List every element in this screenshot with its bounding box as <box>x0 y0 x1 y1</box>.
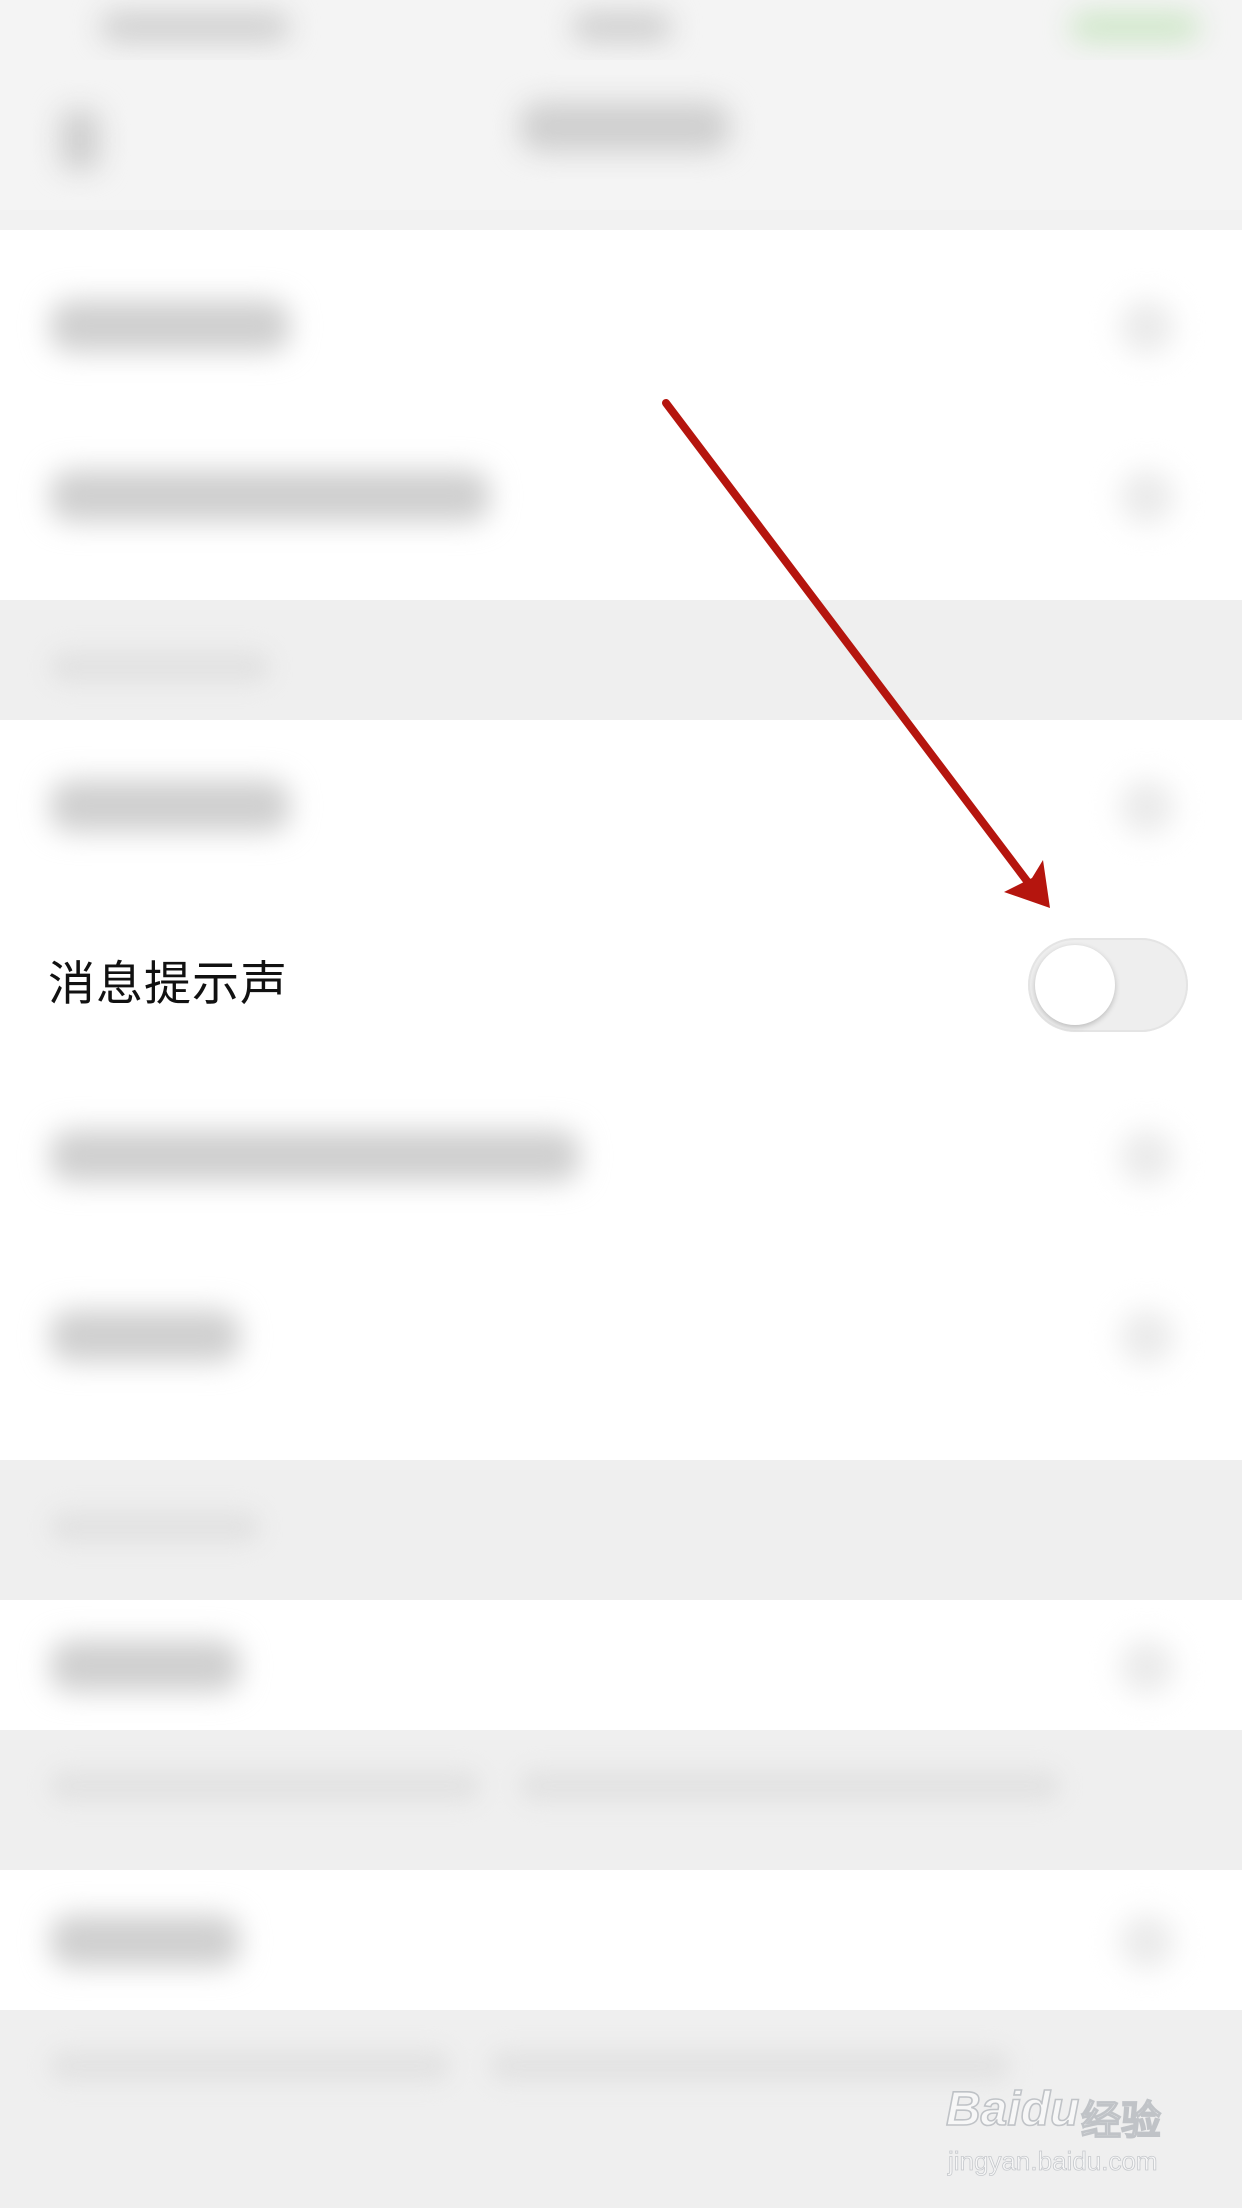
toggle-knob <box>1035 945 1115 1025</box>
watermark-logo: Baidu <box>945 2082 1080 2137</box>
section-footer-text <box>490 2050 1010 2082</box>
status-bar <box>0 0 1242 60</box>
settings-group-2 <box>0 720 1242 1460</box>
nav-bar <box>0 60 1242 210</box>
message-sound-label: 消息提示声 <box>48 957 288 1012</box>
status-time <box>572 12 672 42</box>
watermark-url: jingyan.baidu.com <box>948 2146 1158 2177</box>
section-footer-text <box>50 1770 480 1802</box>
section-header-1 <box>0 600 1242 720</box>
section-footer-1 <box>0 1730 1242 1870</box>
message-sound-toggle[interactable] <box>1028 938 1188 1032</box>
baidu-jingyan-watermark: Baidu 经验 jingyan.baidu.com <box>945 2070 1176 2180</box>
setting-row-2-label <box>50 470 490 522</box>
settings-group-3 <box>0 1600 1242 1730</box>
page-title <box>520 102 730 152</box>
section-footer-text <box>50 2050 450 2082</box>
back-icon[interactable] <box>60 110 100 170</box>
section-footer-text <box>520 1770 1060 1802</box>
setting-row-8-label <box>50 1915 240 1967</box>
setting-row-1-label <box>50 300 290 352</box>
settings-group-4 <box>0 1870 1242 2010</box>
section-header-2 <box>0 1460 1242 1600</box>
setting-row-7-label <box>50 1640 240 1692</box>
chevron-right-icon <box>1120 1640 1174 1694</box>
chevron-right-icon <box>1120 470 1174 524</box>
status-carrier <box>100 12 290 42</box>
chevron-right-icon <box>1120 1310 1174 1364</box>
chevron-right-icon <box>1120 780 1174 834</box>
section-header-label <box>50 1510 260 1544</box>
section-header-label <box>50 650 270 684</box>
settings-group-1 <box>0 230 1242 600</box>
chevron-right-icon <box>1120 1915 1174 1969</box>
setting-row-3-label <box>50 780 290 832</box>
chevron-right-icon <box>1120 1130 1174 1184</box>
chevron-right-icon <box>1120 300 1174 354</box>
setting-row-6-label <box>50 1310 240 1362</box>
watermark-cn-text: 经验 <box>1080 2097 1161 2144</box>
setting-row-5-label <box>50 1130 580 1182</box>
battery-icon <box>1070 12 1200 42</box>
